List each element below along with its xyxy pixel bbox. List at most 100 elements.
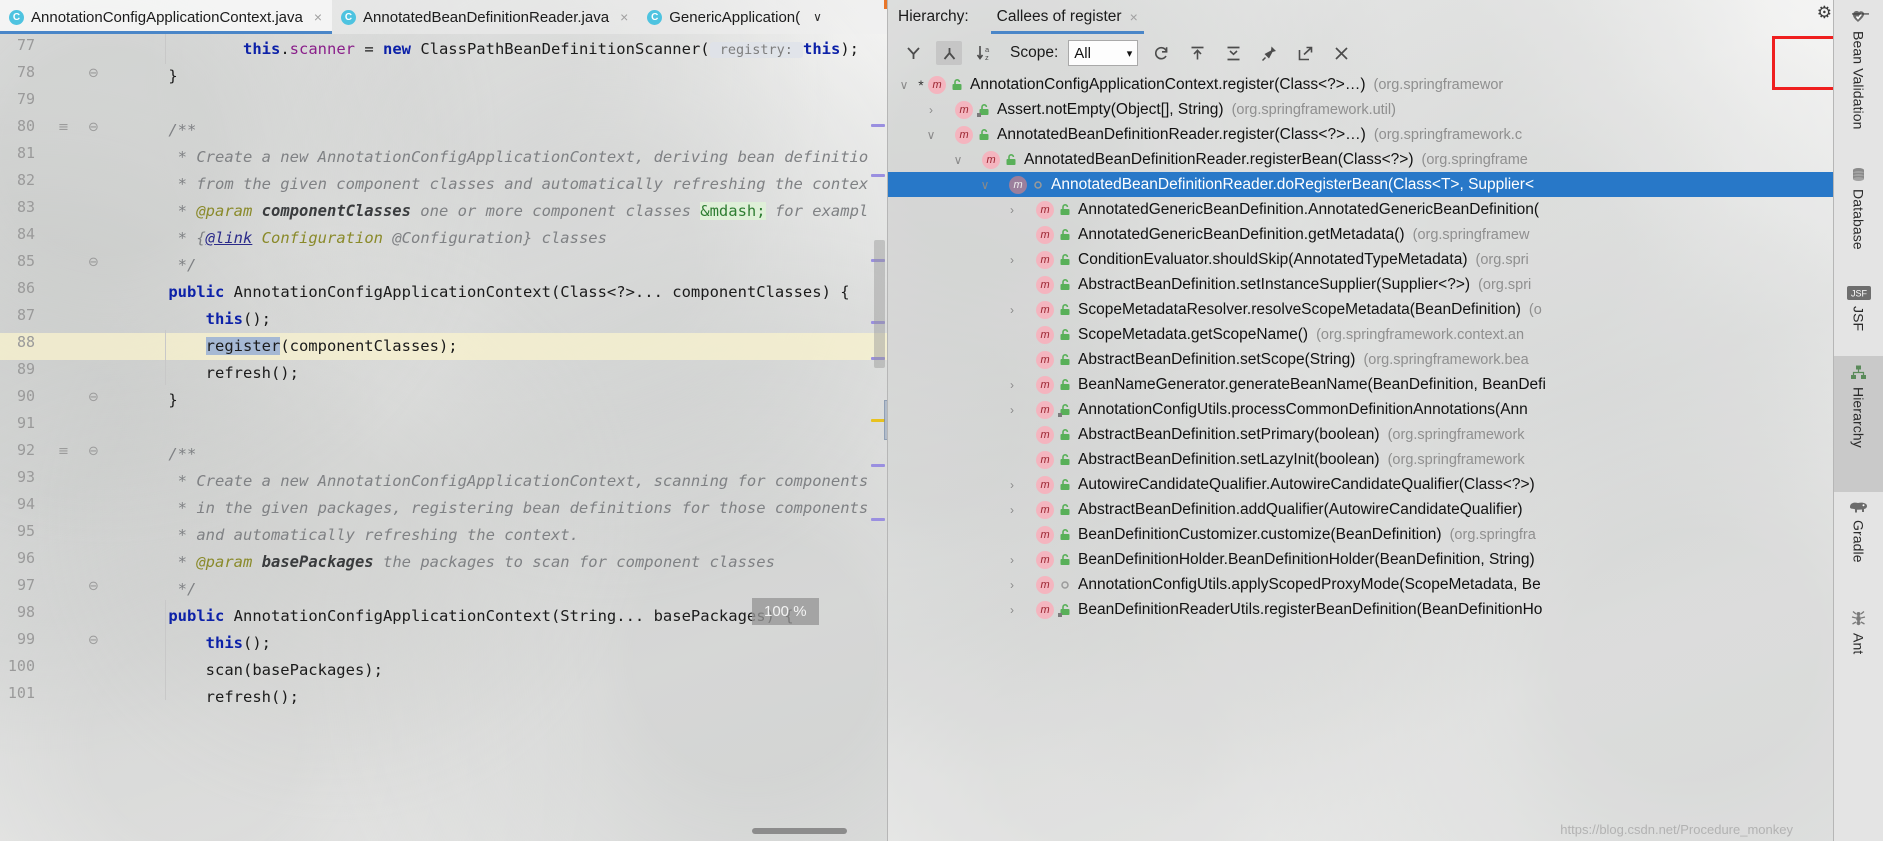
close-icon[interactable]: ×: [314, 9, 322, 25]
rail-button-ant[interactable]: Ant: [1834, 602, 1883, 682]
tab-callees-of-register[interactable]: Callees of register ×: [990, 0, 1144, 34]
call-hierarchy-callers-icon[interactable]: [900, 41, 926, 65]
code-fold-toggle[interactable]: ⊖: [88, 633, 99, 648]
code-line[interactable]: public AnnotationConfigApplicationContex…: [131, 603, 793, 630]
chevron-right-icon[interactable]: ›: [1002, 378, 1022, 392]
hierarchy-node-package: (org.springframework.c: [1373, 126, 1523, 143]
editor-scrollbar-thumb[interactable]: [874, 240, 886, 368]
code-line[interactable]: * from the given component classes and a…: [131, 171, 869, 198]
close-icon[interactable]: [1328, 41, 1354, 65]
hierarchy-tree-row[interactable]: › m AnnotationConfigUtils.applyScopedProxy…: [888, 572, 1833, 597]
chevron-right-icon[interactable]: ›: [921, 103, 941, 117]
rail-button-hierarchy[interactable]: Hierarchy: [1834, 356, 1883, 492]
javadoc-gutter-icon[interactable]: ≡: [58, 444, 69, 459]
editor-tab-0[interactable]: C AnnotationConfigApplicationContext.java…: [0, 0, 333, 34]
hierarchy-tree-row[interactable]: › m BeanNameGenerator.generateBeanName(Bea…: [888, 372, 1833, 397]
code-line[interactable]: }: [131, 387, 177, 414]
chevron-right-icon[interactable]: ›: [1002, 603, 1022, 617]
hierarchy-tree-row[interactable]: m BeanDefinitionCustomizer.customize(Bean…: [888, 522, 1833, 547]
chevron-down-icon[interactable]: ∨: [813, 10, 822, 24]
chevron-right-icon[interactable]: ›: [1002, 203, 1022, 217]
code-line[interactable]: /**: [131, 441, 196, 468]
hierarchy-tree-row[interactable]: ∨ * m AnnotationConfigApplicationContext.re…: [888, 72, 1833, 97]
code-fold-toggle[interactable]: ⊖: [88, 390, 99, 405]
code-line[interactable]: this();: [131, 306, 271, 333]
rail-button-database[interactable]: Database: [1834, 158, 1883, 278]
sort-alphabetically-icon[interactable]: az: [972, 41, 998, 65]
pin-tab-icon[interactable]: [1256, 41, 1282, 65]
chevron-down-icon[interactable]: ∨: [975, 178, 995, 192]
code-line[interactable]: */: [131, 252, 197, 279]
code-line[interactable]: refresh();: [131, 360, 299, 387]
hierarchy-tree-row[interactable]: m AbstractBeanDefinition.setInstanceSuppl…: [888, 272, 1833, 297]
code-line[interactable]: /**: [131, 117, 196, 144]
hierarchy-tree-row[interactable]: › m AbstractBeanDefinition.addQualifier(Au…: [888, 497, 1833, 522]
code-line[interactable]: refresh();: [131, 684, 299, 711]
editor-tab-2[interactable]: C GenericApplication(∨: [638, 0, 832, 34]
chevron-down-icon[interactable]: ∨: [921, 128, 941, 142]
collapse-all-icon[interactable]: [1220, 41, 1246, 65]
code-line[interactable]: scan(basePackages);: [131, 657, 383, 684]
code-line[interactable]: }: [131, 63, 177, 90]
export-to-textfile-icon[interactable]: [1184, 41, 1210, 65]
chevron-right-icon[interactable]: ›: [1002, 253, 1022, 267]
call-hierarchy-callees-icon[interactable]: [936, 41, 963, 65]
scope-select[interactable]: All ▾: [1068, 40, 1139, 66]
chevron-down-icon[interactable]: ∨: [894, 78, 914, 92]
refresh-icon[interactable]: [1148, 41, 1174, 65]
code-fold-toggle[interactable]: ⊖: [88, 579, 99, 594]
code-line[interactable]: * Create a new AnnotationConfigApplicati…: [131, 144, 869, 171]
code-fold-toggle[interactable]: ⊖: [88, 66, 99, 81]
javadoc-gutter-icon[interactable]: ≡: [58, 120, 69, 135]
minimize-icon[interactable]: —: [1852, 3, 1869, 23]
open-in-new-window-icon[interactable]: [1292, 41, 1318, 65]
chevron-right-icon[interactable]: ›: [1002, 303, 1022, 317]
code-line[interactable]: * @param basePackages the packages to sc…: [131, 549, 775, 576]
hierarchy-tree-row[interactable]: ∨ m AnnotatedBeanDefinitionReader.doRegist…: [888, 172, 1833, 197]
hierarchy-tree-row[interactable]: m AbstractBeanDefinition.setScope(String)…: [888, 347, 1833, 372]
code-line[interactable]: this();: [131, 630, 271, 657]
hierarchy-tree-row[interactable]: › m AnnotationConfigUtils.processCommonDef…: [888, 397, 1833, 422]
code-line[interactable]: * @param componentClasses one or more co…: [131, 198, 868, 225]
hierarchy-tree-row[interactable]: › m BeanDefinitionReaderUtils.registerBean…: [888, 597, 1833, 622]
editor-gutter[interactable]: 77 78 79 80 81 82 83 84 85 86 87 88 89 90 91 92 93 94 95 96…: [0, 34, 131, 841]
hierarchy-tree-row[interactable]: m AbstractBeanDefinition.setLazyInit(bool…: [888, 447, 1833, 472]
gear-icon[interactable]: ⚙: [1817, 3, 1832, 23]
code-fold-toggle[interactable]: ⊖: [88, 255, 99, 270]
chevron-right-icon[interactable]: ›: [1002, 478, 1022, 492]
call-hierarchy-tree[interactable]: ∨ * m AnnotationConfigApplicationContext.re…: [888, 72, 1833, 841]
code-line[interactable]: * Create a new AnnotationConfigApplicati…: [131, 468, 869, 495]
code-line[interactable]: public AnnotationConfigApplicationContex…: [131, 279, 849, 306]
code-line[interactable]: * in the given packages, registering bea…: [131, 495, 869, 522]
hierarchy-tree-row[interactable]: › m ConditionEvaluator.shouldSkip(Annotate…: [888, 247, 1833, 272]
close-icon[interactable]: ×: [1130, 9, 1138, 25]
code-fold-toggle[interactable]: ⊖: [88, 120, 99, 135]
chevron-right-icon[interactable]: ›: [1002, 403, 1022, 417]
code-line[interactable]: this.scanner = new ClassPathBeanDefiniti…: [131, 36, 859, 63]
hierarchy-tree-row[interactable]: › m AnnotatedGenericBeanDefinition.Annotat…: [888, 197, 1833, 222]
hierarchy-tree-row[interactable]: › m BeanDefinitionHolder.BeanDefinitionHol…: [888, 547, 1833, 572]
code-line[interactable]: * and automatically refreshing the conte…: [131, 522, 579, 549]
code-fold-toggle[interactable]: ⊖: [88, 444, 99, 459]
chevron-right-icon[interactable]: ›: [1002, 578, 1022, 592]
editor-tab-1[interactable]: C AnnotatedBeanDefinitionReader.java ×: [332, 0, 638, 34]
hierarchy-tree-row[interactable]: › m ScopeMetadataResolver.resolveScopeMeta…: [888, 297, 1833, 322]
hierarchy-tree-row[interactable]: m AnnotatedGenericBeanDefinition.getMetad…: [888, 222, 1833, 247]
chevron-right-icon[interactable]: ›: [1002, 553, 1022, 567]
hierarchy-tree-row[interactable]: m AbstractBeanDefinition.setPrimary(boole…: [888, 422, 1833, 447]
hierarchy-tree-row[interactable]: ∨ m AnnotatedBeanDefinitionReader.register…: [888, 147, 1833, 172]
hierarchy-tree-row[interactable]: › m AutowireCandidateQualifier.AutowireCan…: [888, 472, 1833, 497]
horizontal-scrollbar[interactable]: [752, 828, 847, 834]
chevron-right-icon[interactable]: ›: [1002, 503, 1022, 517]
code-line[interactable]: register(componentClasses);: [131, 333, 458, 360]
code-line[interactable]: */: [131, 576, 197, 603]
chevron-down-icon[interactable]: ∨: [948, 153, 968, 167]
rail-button-jsf[interactable]: JSF JSF: [1834, 278, 1883, 356]
close-icon[interactable]: ×: [620, 9, 628, 25]
editor-code-area[interactable]: this.scanner = new ClassPathBeanDefiniti…: [131, 34, 887, 841]
rail-button-gradle[interactable]: Gradle: [1834, 492, 1883, 602]
hierarchy-tree-row[interactable]: › m Assert.notEmpty(Object[], String) (org.…: [888, 97, 1833, 122]
hierarchy-tree-row[interactable]: m ScopeMetadata.getScopeName() (org.spring…: [888, 322, 1833, 347]
code-line[interactable]: * {@link Configuration @Configuration} c…: [131, 225, 607, 252]
hierarchy-tree-row[interactable]: ∨ m AnnotatedBeanDefinitionReader.register…: [888, 122, 1833, 147]
